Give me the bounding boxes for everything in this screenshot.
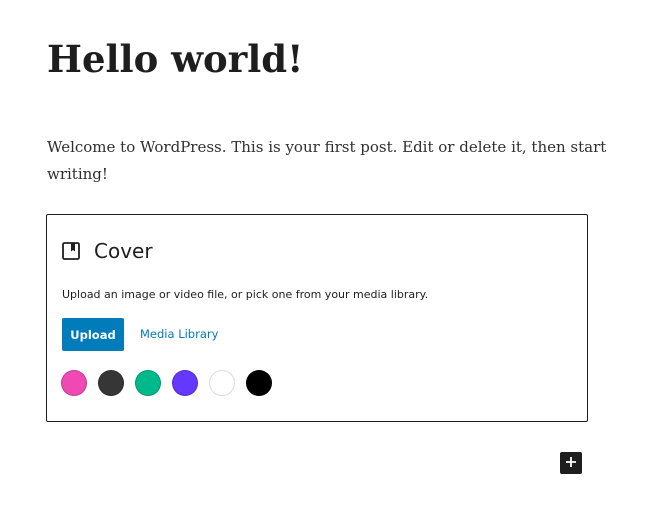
plus-icon xyxy=(565,456,577,471)
add-block-button[interactable] xyxy=(560,452,582,474)
post-paragraph[interactable]: Welcome to WordPress. This is your first… xyxy=(47,134,607,188)
post-title[interactable]: Hello world! xyxy=(47,34,303,84)
color-swatch-green[interactable] xyxy=(135,370,161,396)
color-swatch-pink[interactable] xyxy=(61,370,87,396)
upload-button[interactable]: Upload xyxy=(62,318,124,351)
color-swatch-purple[interactable] xyxy=(172,370,198,396)
color-swatch-dark-gray[interactable] xyxy=(98,370,124,396)
cover-block-instructions: Upload an image or video file, or pick o… xyxy=(62,288,429,301)
cover-block-header: Cover xyxy=(62,237,153,265)
cover-block-title: Cover xyxy=(94,239,153,263)
cover-block-placeholder[interactable]: Cover Upload an image or video file, or … xyxy=(46,214,588,422)
color-swatch-black[interactable] xyxy=(246,370,272,396)
color-swatches xyxy=(61,370,283,396)
cover-icon xyxy=(62,242,80,260)
media-library-button[interactable]: Media Library xyxy=(140,327,218,341)
color-swatch-white[interactable] xyxy=(209,370,235,396)
